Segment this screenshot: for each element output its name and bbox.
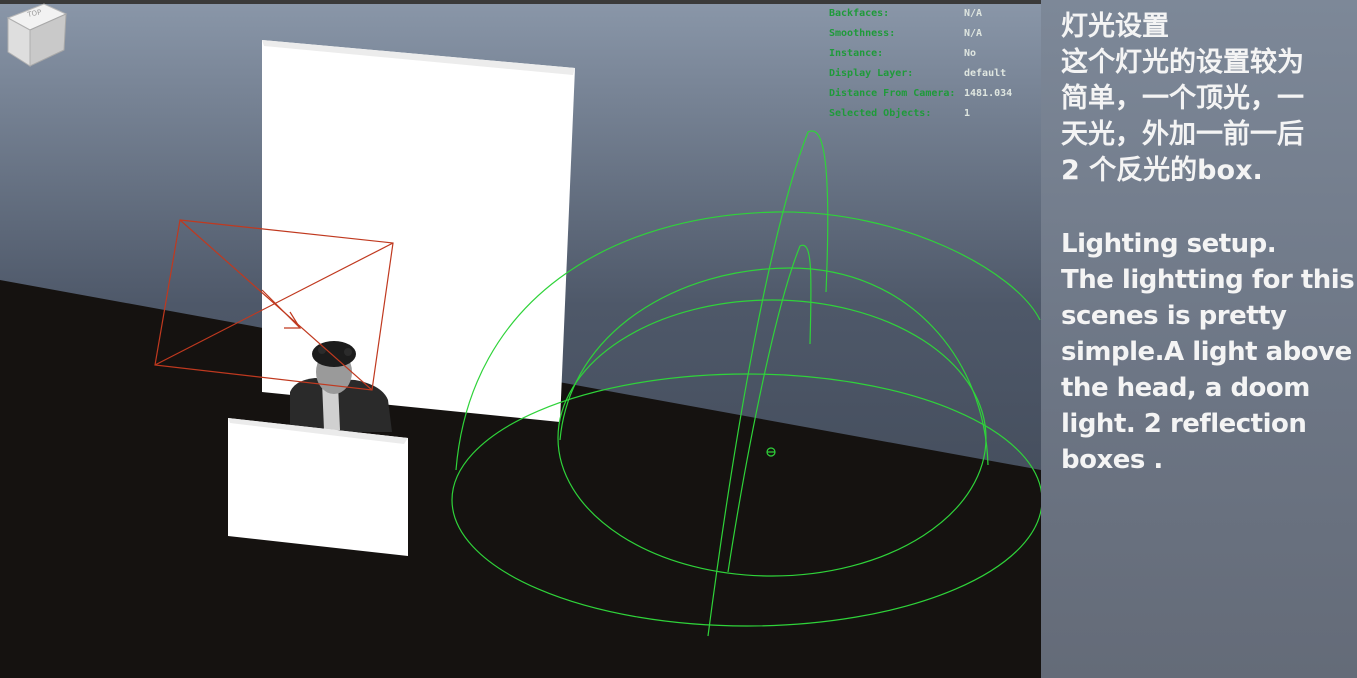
hud-label: Smoothness: [829, 28, 896, 39]
hud-label: Display Layer: [829, 68, 914, 79]
chinese-line: 这个灯光的设置较为 [1061, 47, 1304, 78]
3d-viewport[interactable]: Backfaces: N/A Smoothness: N/A Instance:… [0, 0, 1041, 678]
chinese-line: 简单，一个顶光，一 [1061, 83, 1304, 114]
chinese-line: 天光，外加一前一后 [1061, 119, 1304, 150]
chinese-title: 灯光设置 [1061, 11, 1169, 42]
front-reflector-box [228, 418, 408, 556]
english-line: simple.A light above [1061, 337, 1352, 367]
notes-panel: 灯光设置 这个灯光的设置较为 简单，一个顶光，一 天光，外加一前一后 2 个反光… [1041, 0, 1357, 678]
back-reflector-box [262, 40, 575, 422]
english-title: Lighting setup. [1061, 229, 1277, 259]
chinese-line: 2 个反光的box. [1061, 155, 1263, 186]
english-line: light. 2 reflection [1061, 409, 1307, 439]
hud-value: N/A [964, 28, 983, 39]
english-line: scenes is pretty [1061, 301, 1287, 331]
hud-value: No [964, 48, 977, 59]
english-line: The lightting for this [1061, 265, 1355, 295]
hud-label: Backfaces: [829, 8, 890, 19]
hud-value: 1481.034 [964, 88, 1013, 99]
hud-label: Instance: [829, 48, 884, 59]
view-cube[interactable]: TOP [0, 0, 70, 68]
hud-label: Distance From Camera: [829, 88, 956, 99]
hud-value: 1 [964, 108, 971, 119]
english-line: the head, a doom [1061, 373, 1310, 403]
hud-label: Selected Objects: [829, 108, 932, 119]
hud-value: N/A [964, 8, 983, 19]
english-line: boxes . [1061, 445, 1163, 475]
hud-value: default [964, 68, 1007, 79]
